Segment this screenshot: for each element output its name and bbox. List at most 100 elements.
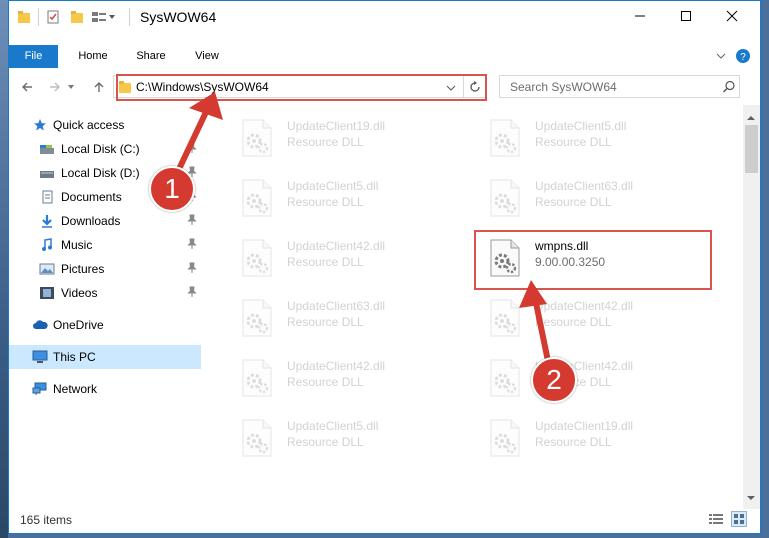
file-name: UpdateClient63.dll	[287, 299, 386, 313]
scroll-up-arrow[interactable]	[747, 110, 755, 124]
cloud-icon	[32, 317, 48, 333]
dll-file-icon	[241, 119, 273, 157]
file-name: UpdateClient5.dll	[287, 179, 379, 193]
computer-icon	[32, 349, 48, 365]
dll-file-icon	[489, 419, 521, 457]
file-name: UpdateClient5.dll	[287, 419, 379, 433]
sidebar-item-videos[interactable]: Videos	[9, 281, 201, 305]
minimize-button[interactable]	[617, 1, 663, 31]
sidebar-item-label: OneDrive	[53, 318, 104, 332]
file-item[interactable]: UpdateClient63.dll Resource DLL	[477, 171, 717, 223]
forward-button[interactable]	[45, 77, 65, 97]
sidebar-item-label: This PC	[53, 350, 96, 364]
sidebar-item-label: Music	[61, 238, 93, 252]
maximize-button[interactable]	[663, 1, 709, 31]
tab-file[interactable]: File	[9, 45, 58, 68]
up-button[interactable]	[89, 77, 109, 97]
dll-file-icon	[241, 239, 273, 277]
properties-icon[interactable]	[45, 9, 61, 25]
pin-icon[interactable]	[187, 262, 197, 274]
sidebar-item-this-pc[interactable]: This PC	[9, 345, 201, 369]
sidebar-item-label: Local Disk (D:)	[61, 166, 140, 180]
sidebar-item-label: Network	[53, 382, 98, 396]
file-name: UpdateClient42.dll	[287, 239, 386, 253]
dll-file-icon	[489, 179, 521, 217]
tab-share[interactable]: Share	[125, 45, 177, 68]
title-bar: SysWOW64	[9, 1, 760, 33]
file-item[interactable]: UpdateClient42.dll Resource DLL	[229, 231, 469, 283]
expand-ribbon-icon[interactable]	[715, 50, 727, 62]
large-icons-view-icon[interactable]	[731, 511, 747, 527]
download-icon	[39, 213, 55, 229]
dll-file-icon	[241, 419, 273, 457]
sidebar-item-label: Pictures	[61, 262, 105, 276]
file-item[interactable]: UpdateClient5.dll Resource DLL	[229, 171, 469, 223]
file-description: Resource DLL	[287, 435, 364, 449]
file-description: Resource DLL	[287, 195, 364, 209]
file-item[interactable]: UpdateClient5.dll Resource DLL	[477, 111, 717, 163]
search-box[interactable]: Search SysWOW64	[499, 75, 740, 98]
scroll-down-arrow[interactable]	[747, 490, 755, 504]
vertical-scrollbar[interactable]	[743, 105, 760, 509]
recent-locations-icon[interactable]	[65, 77, 77, 97]
file-item[interactable]: UpdateClient5.dll Resource DLL	[229, 411, 469, 463]
desktop-background	[0, 0, 8, 538]
ribbon-tabs: File Home Share View ?	[9, 45, 760, 68]
svg-text:?: ?	[740, 52, 746, 63]
file-name: UpdateClient42.dll	[287, 359, 386, 373]
new-folder-icon[interactable]	[69, 9, 85, 25]
tab-view[interactable]: View	[181, 45, 233, 68]
pin-icon[interactable]	[187, 214, 197, 226]
file-item[interactable]: UpdateClient19.dll Resource DLL	[229, 111, 469, 163]
search-input[interactable]: Search SysWOW64	[510, 80, 617, 94]
sidebar-item-label: Quick access	[53, 118, 125, 132]
file-description: Resource DLL	[535, 195, 612, 209]
status-bar: 165 items	[9, 507, 760, 533]
file-description: Resource DLL	[535, 135, 612, 149]
close-button[interactable]	[709, 1, 755, 31]
tab-home[interactable]: Home	[67, 45, 119, 68]
file-item[interactable]: UpdateClient19.dll Resource DLL	[477, 411, 717, 463]
file-name: UpdateClient19.dll	[287, 119, 386, 133]
back-button[interactable]	[17, 77, 37, 97]
pictures-icon	[39, 261, 55, 277]
file-description: Resource DLL	[287, 375, 364, 389]
sidebar-item-label: Documents	[61, 190, 122, 204]
drive-icon	[39, 165, 55, 181]
sidebar-item-downloads[interactable]: Downloads	[9, 209, 201, 233]
file-description: Resource DLL	[287, 255, 364, 269]
file-name: UpdateClient63.dll	[535, 179, 634, 193]
chevron-down-icon[interactable]	[107, 9, 117, 25]
file-item[interactable]: UpdateClient42.dll Resource DLL	[229, 351, 469, 403]
step-badge-1: 1	[149, 166, 195, 212]
folder-icon	[16, 9, 32, 25]
search-icon[interactable]	[722, 80, 736, 94]
window-title: SysWOW64	[140, 9, 217, 25]
sidebar-item-onedrive[interactable]: OneDrive	[9, 313, 201, 337]
pin-icon[interactable]	[187, 286, 197, 298]
scrollbar-thumb[interactable]	[745, 125, 758, 173]
help-icon[interactable]: ?	[736, 49, 750, 63]
file-description: Resource DLL	[287, 135, 364, 149]
music-icon	[39, 237, 55, 253]
item-count: 165 items	[20, 513, 73, 527]
dll-file-icon	[241, 179, 273, 217]
title-divider	[129, 8, 130, 26]
star-icon	[32, 117, 48, 133]
sidebar-item-network[interactable]: Network	[9, 377, 201, 401]
documents-icon	[39, 189, 55, 205]
customize-toolbar-icon[interactable]	[91, 9, 107, 25]
sidebar-item-music[interactable]: Music	[9, 233, 201, 257]
sidebar-item-label: Downloads	[61, 214, 121, 228]
dll-file-icon	[489, 119, 521, 157]
details-view-icon[interactable]	[709, 513, 723, 525]
file-description: Resource DLL	[535, 435, 612, 449]
sidebar-item-pictures[interactable]: Pictures	[9, 257, 201, 281]
title-divider	[38, 8, 39, 26]
drive-icon	[39, 141, 55, 157]
sidebar-item-label: Videos	[61, 286, 98, 300]
pin-icon[interactable]	[187, 238, 197, 250]
videos-icon	[39, 285, 55, 301]
file-name: UpdateClient5.dll	[535, 119, 627, 133]
file-item[interactable]: UpdateClient63.dll Resource DLL	[229, 291, 469, 343]
